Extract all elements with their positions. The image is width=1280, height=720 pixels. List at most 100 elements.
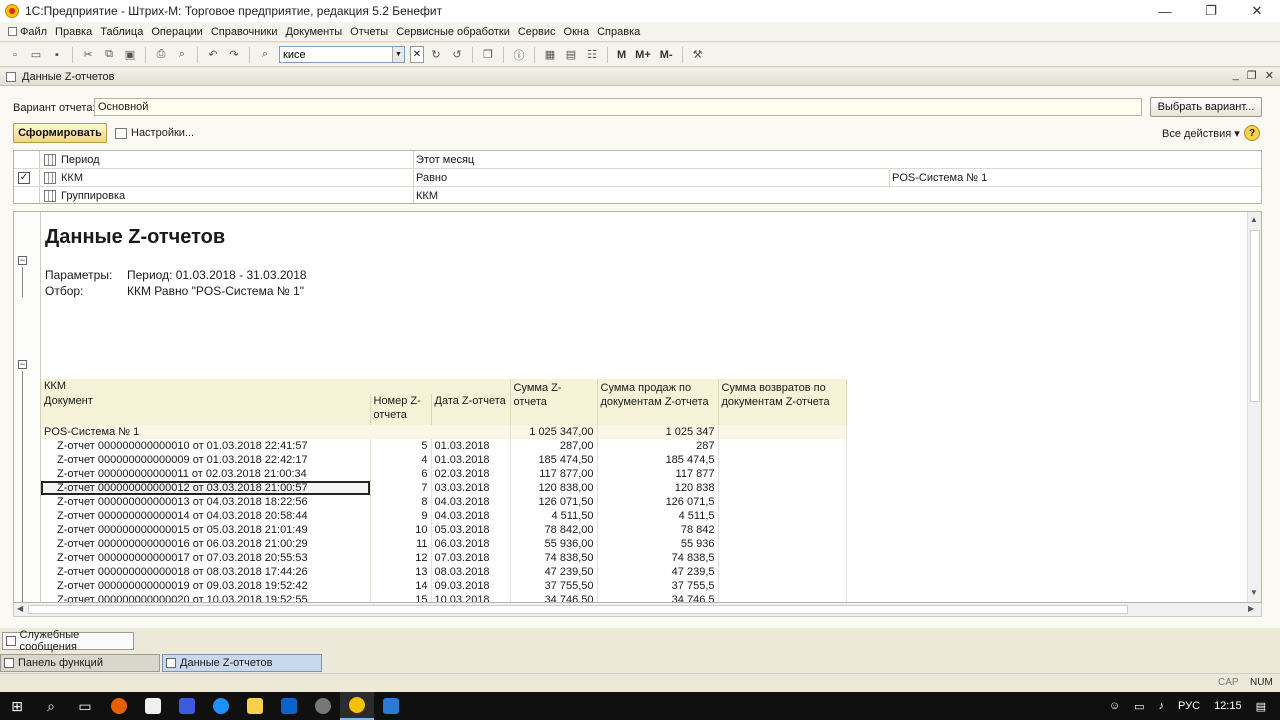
clock[interactable]: 12:15 — [1214, 700, 1242, 712]
find-next-icon[interactable]: ↻ — [427, 46, 445, 64]
table-row[interactable]: Z-отчет 000000000000013 от 04.03.2018 18… — [41, 495, 847, 509]
notifications-icon[interactable]: ▤ — [1256, 700, 1266, 713]
edge-icon[interactable] — [204, 692, 238, 720]
calendar-icon[interactable]: ▦ — [541, 46, 559, 64]
menu-references[interactable]: Справочники — [207, 26, 282, 38]
calculator-icon[interactable]: ▤ — [562, 46, 580, 64]
table-row[interactable]: Z-отчет 000000000000011 от 02.03.2018 21… — [41, 467, 847, 481]
collapse-group-icon[interactable]: − — [18, 360, 27, 369]
settings-row-grouping[interactable]: Группировка ККМ — [14, 187, 1261, 205]
table-row[interactable]: Z-отчет 000000000000017 от 07.03.2018 20… — [41, 551, 847, 565]
store-icon[interactable] — [136, 692, 170, 720]
table-row[interactable]: Z-отчет 000000000000018 от 08.03.2018 17… — [41, 565, 847, 579]
paste-icon[interactable]: ▣ — [121, 46, 139, 64]
copy-icon[interactable]: ⧉ — [100, 46, 118, 64]
tools-icon[interactable]: ⚒ — [689, 46, 707, 64]
menu-help[interactable]: Справка — [593, 26, 644, 38]
undo-icon[interactable]: ↶ — [204, 46, 222, 64]
scroll-right-icon[interactable]: ▶ — [1248, 604, 1254, 613]
network-icon[interactable]: ▭ — [1134, 700, 1144, 713]
remote-desktop-icon[interactable] — [374, 692, 408, 720]
new-icon[interactable]: ▫ — [6, 46, 24, 64]
scroll-left-icon[interactable]: ◀ — [17, 604, 23, 613]
table-row[interactable]: Z-отчет 000000000000016 от 06.03.2018 21… — [41, 537, 847, 551]
settings-row-period[interactable]: Период Этот месяц — [14, 151, 1261, 169]
find-previous-icon[interactable]: ↺ — [448, 46, 466, 64]
memory-subtract-button[interactable]: M- — [657, 46, 676, 64]
table-row[interactable]: Z-отчет 000000000000009 от 01.03.2018 22… — [41, 453, 847, 467]
search-taskbar-icon[interactable]: ⌕ — [34, 692, 68, 720]
journal-icon[interactable]: ☷ — [583, 46, 601, 64]
memory-add-button[interactable]: M+ — [632, 46, 654, 64]
open-folder-icon[interactable]: ▭ — [27, 46, 45, 64]
settings-row-value[interactable]: Этот месяц — [416, 154, 474, 166]
scroll-down-icon[interactable]: ▼ — [1250, 588, 1258, 597]
kkm-checkbox[interactable]: ✓ — [18, 172, 30, 184]
tab-z-reports[interactable]: Данные Z-отчетов — [162, 654, 322, 672]
horizontal-scroll-thumb[interactable] — [28, 605, 1128, 614]
search-clear-icon[interactable]: ✕ — [410, 46, 424, 63]
maximize-button[interactable]: ❐ — [1188, 0, 1234, 22]
print-preview-icon[interactable]: ⌕ — [173, 46, 191, 64]
scroll-up-icon[interactable]: ▲ — [1250, 215, 1258, 224]
settings-row-value[interactable]: ККМ — [416, 190, 438, 202]
table-row[interactable]: Z-отчет 000000000000019 от 09.03.2018 19… — [41, 579, 847, 593]
menu-table[interactable]: Таблица — [96, 26, 147, 38]
generate-button[interactable]: Сформировать — [13, 123, 107, 143]
info-icon[interactable]: ⓘ — [510, 46, 528, 64]
report-close-button[interactable]: ✕ — [1265, 69, 1274, 82]
report-vertical-scrollbar[interactable]: ▲ ▼ — [1247, 212, 1261, 602]
service-messages-button[interactable]: Служебные сообщения — [2, 629, 134, 653]
windows-start-icon[interactable]: ⊞ — [0, 692, 34, 720]
table-row[interactable]: Z-отчет 000000000000010 от 01.03.2018 22… — [41, 439, 847, 453]
search-dropdown-icon[interactable]: ▼ — [392, 47, 404, 62]
report-horizontal-scrollbar[interactable]: ◀ ▶ — [13, 603, 1262, 617]
settings-button[interactable]: Настройки... — [115, 127, 194, 139]
settings-row-comparison[interactable]: Равно — [416, 172, 447, 184]
vertical-scroll-thumb[interactable] — [1250, 230, 1260, 402]
search-input[interactable] — [280, 47, 392, 62]
menu-operations[interactable]: Операции — [147, 26, 206, 38]
language-indicator[interactable]: РУС — [1178, 700, 1200, 712]
chrome-icon[interactable] — [306, 692, 340, 720]
close-button[interactable]: ✕ — [1234, 0, 1280, 22]
task-view-icon[interactable]: ▭ — [68, 692, 102, 720]
table-row[interactable]: Z-отчет 000000000000012 от 03.03.2018 21… — [41, 481, 847, 495]
choose-variant-button[interactable]: Выбрать вариант... — [1150, 97, 1262, 117]
windows-list-icon[interactable]: ❐ — [479, 46, 497, 64]
table-row[interactable]: Z-отчет 000000000000020 от 10.03.2018 19… — [41, 593, 847, 602]
menu-windows[interactable]: Окна — [560, 26, 594, 38]
outlook-icon[interactable] — [272, 692, 306, 720]
help-icon[interactable]: ? — [1244, 125, 1260, 141]
installer-icon[interactable] — [170, 692, 204, 720]
all-actions-menu[interactable]: Все действия ▾ — [1162, 127, 1240, 140]
firefox-icon[interactable] — [102, 692, 136, 720]
memory-button[interactable]: M — [614, 46, 629, 64]
table-row[interactable]: Z-отчет 000000000000015 от 05.03.2018 21… — [41, 523, 847, 537]
menu-edit[interactable]: Правка — [51, 26, 96, 38]
report-minimize-button[interactable]: _ — [1233, 69, 1239, 82]
people-icon[interactable]: ☺ — [1109, 700, 1120, 712]
report-maximize-button[interactable]: ❐ — [1247, 69, 1257, 82]
1c-taskbar-icon[interactable] — [340, 692, 374, 720]
report-area[interactable]: − − Данные Z-отчетов Параметры: Период: 0… — [13, 211, 1262, 603]
redo-icon[interactable]: ↷ — [225, 46, 243, 64]
menu-service[interactable]: Сервис — [514, 26, 560, 38]
notes-icon[interactable] — [238, 692, 272, 720]
group-row[interactable]: POS-Система № 1 1 025 347,00 1 025 347 — [41, 425, 847, 439]
save-icon[interactable]: ▪ — [48, 46, 66, 64]
menu-reports[interactable]: Отчеты — [346, 26, 392, 38]
menu-documents[interactable]: Документы — [281, 26, 346, 38]
settings-row-value[interactable]: POS-Система № 1 — [892, 172, 987, 184]
menu-service-processing[interactable]: Сервисные обработки — [392, 26, 514, 38]
volume-icon[interactable]: ♪ — [1159, 700, 1165, 712]
table-row[interactable]: Z-отчет 000000000000014 от 04.03.2018 20… — [41, 509, 847, 523]
print-icon[interactable]: ⎙ — [152, 46, 170, 64]
collapse-report-icon[interactable]: − — [18, 256, 27, 265]
tab-function-panel[interactable]: Панель функций — [0, 654, 160, 672]
variant-field[interactable]: Основной — [94, 98, 1142, 116]
cut-icon[interactable]: ✂ — [79, 46, 97, 64]
minimize-button[interactable]: — — [1142, 0, 1188, 22]
menu-file[interactable]: Файл — [4, 26, 51, 38]
settings-row-kkm[interactable]: ✓ ККМ Равно POS-Система № 1 — [14, 169, 1261, 187]
